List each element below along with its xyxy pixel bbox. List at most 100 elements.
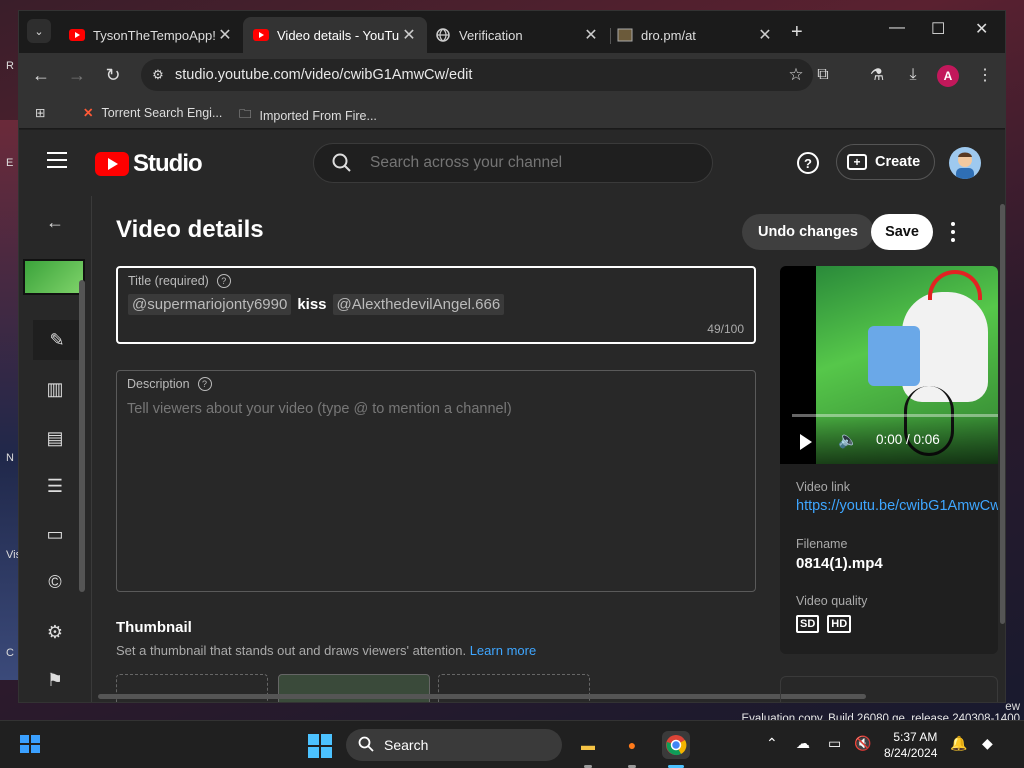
video-camera-plus-icon: + <box>847 154 867 170</box>
apps-grid-icon[interactable]: ⊞ <box>35 105 45 120</box>
channel-avatar[interactable] <box>949 147 981 179</box>
reload-icon[interactable]: ↻ <box>101 63 125 87</box>
url-text[interactable]: studio.youtube.com/video/cwibG1AmwCw/edi… <box>175 67 779 83</box>
system-clock[interactable]: 5:37 AM 8/24/2024 <box>884 729 937 761</box>
close-icon[interactable]: ✕ <box>401 25 417 45</box>
sidebar-item-copyright[interactable]: © <box>39 566 71 598</box>
help-icon[interactable]: ? <box>216 274 231 288</box>
learn-more-link[interactable]: Learn more <box>470 643 536 658</box>
maximize-icon[interactable]: ☐ <box>931 19 945 39</box>
create-button[interactable]: + Create <box>836 144 936 180</box>
title-value[interactable]: @supermariojonty6990 kiss @AlexthedevilA… <box>128 294 505 315</box>
tab-dro-pm[interactable]: dro.pm/at ✕ <box>607 17 783 53</box>
progress-bar[interactable] <box>792 414 998 417</box>
create-label: Create <box>875 154 921 170</box>
chrome-icon[interactable] <box>662 731 690 759</box>
profile-avatar[interactable]: A <box>937 65 959 87</box>
copilot-icon[interactable]: ◆ <box>982 735 993 752</box>
close-icon[interactable]: ✕ <box>757 25 773 45</box>
windows-start-icon[interactable] <box>308 734 332 758</box>
more-options-icon[interactable] <box>946 222 960 242</box>
new-tab-plus-icon[interactable]: + <box>791 21 803 44</box>
back-arrow-icon[interactable]: ← <box>29 63 53 87</box>
sidebar-item-comments[interactable]: ☰ <box>39 470 71 502</box>
tab-tyson[interactable]: TysonTheTempoApp! ✕ <box>59 17 243 53</box>
desktop-icon-label[interactable]: C <box>6 647 14 659</box>
sidebar-item-settings[interactable]: ⚙ <box>39 616 71 648</box>
search-input[interactable] <box>370 154 690 172</box>
download-icon[interactable]: ⤓ <box>901 63 925 87</box>
video-thumbnail-mini[interactable] <box>23 259 85 295</box>
desktop-icon-label[interactable]: N <box>6 452 14 464</box>
folder-icon: 🗀 <box>239 107 252 121</box>
close-window-icon[interactable]: ✕ <box>975 19 988 39</box>
minimize-icon[interactable]: — <box>889 19 905 37</box>
close-icon[interactable]: ✕ <box>583 25 599 45</box>
undo-changes-button[interactable]: Undo changes <box>742 214 874 250</box>
tab-verification[interactable]: Verification ✕ <box>425 17 609 53</box>
widgets-icon[interactable] <box>20 735 42 755</box>
title-label-text: Title (required) <box>128 274 209 288</box>
youtube-icon <box>69 27 85 43</box>
file-explorer-icon[interactable]: ▬ <box>574 731 602 759</box>
description-field[interactable]: Description ? Tell viewers about your vi… <box>116 370 756 592</box>
extensions-puzzle-icon[interactable]: ⧉ <box>811 63 835 87</box>
desktop-icon-label[interactable]: E <box>6 157 13 169</box>
chevron-up-icon[interactable]: ⌃ <box>766 735 778 752</box>
tab-title: dro.pm/at <box>641 27 696 43</box>
tab-video-details[interactable]: Video details - YouTu ✕ <box>243 17 427 53</box>
video-player[interactable]: 🔈 0:00 / 0:06 <box>780 266 998 464</box>
volume-icon[interactable]: 🔈 <box>838 430 858 450</box>
site-settings-icon[interactable]: ⚙ <box>141 67 175 83</box>
title-text: kiss <box>297 296 327 313</box>
help-icon[interactable]: ? <box>197 377 212 391</box>
windows-taskbar: Search ▬ ● ⌃ ☁ ▭ 🔇 5:37 AM 8/24/2024 🔔 ◆ <box>0 720 1024 768</box>
sidebar-scrollbar[interactable] <box>79 280 85 592</box>
play-icon[interactable] <box>800 434 812 450</box>
address-bar[interactable]: ⚙ studio.youtube.com/video/cwibG1AmwCw/e… <box>141 59 813 91</box>
cloud-offline-icon[interactable]: ☁ <box>796 735 810 752</box>
description-placeholder[interactable]: Tell viewers about your video (type @ to… <box>127 401 512 417</box>
desktop-icon-label[interactable]: R <box>6 60 14 72</box>
bookmark-label: Torrent Search Engi... <box>101 105 223 120</box>
hamburger-menu-icon[interactable] <box>47 152 67 168</box>
title-field[interactable]: Title (required) ? @supermariojonty6990 … <box>116 266 756 344</box>
firefox-icon[interactable]: ● <box>618 731 646 759</box>
forward-arrow-icon[interactable]: → <box>65 63 89 87</box>
labs-flask-icon[interactable]: ⚗ <box>865 63 889 87</box>
video-preview-card: 🔈 0:00 / 0:06 Video link https://youtu.b… <box>780 266 998 654</box>
sidebar-item-editor[interactable]: ▤ <box>39 422 71 454</box>
copyright-icon: © <box>48 571 62 592</box>
bookmark-imported-folder[interactable]: 🗀 Imported From Fire... <box>239 105 377 126</box>
help-icon[interactable]: ? <box>797 152 819 174</box>
sidebar-item-details[interactable]: ✎ <box>33 320 81 360</box>
mention-chip[interactable]: @supermariojonty6990 <box>128 294 292 315</box>
horizontal-scrollbar[interactable] <box>98 694 866 699</box>
sidebar-item-feedback[interactable]: ⚑ <box>39 664 71 696</box>
network-volume-icon[interactable]: 🔇 <box>854 735 871 752</box>
comments-icon: ☰ <box>46 475 64 496</box>
save-button[interactable]: Save <box>871 214 933 250</box>
studio-logo[interactable]: Studio <box>95 150 203 178</box>
tab-strip: ⌄ TysonTheTempoApp! ✕ Video details - Yo… <box>19 11 1005 53</box>
description-label-text: Description <box>127 377 190 391</box>
tab-search-button[interactable]: ⌄ <box>27 19 51 43</box>
main-scrollbar[interactable] <box>1000 204 1005 624</box>
studio-header: Studio ? + Create <box>19 130 1005 196</box>
sidebar-item-analytics[interactable]: ▥ <box>39 373 71 405</box>
notification-bell-icon[interactable]: 🔔 <box>950 735 967 752</box>
browser-window: ⌄ TysonTheTempoApp! ✕ Video details - Yo… <box>18 10 1006 703</box>
sidebar-item-subtitles[interactable]: ▭ <box>39 518 71 550</box>
video-link[interactable]: https://youtu.be/cwibG1AmwCw <box>796 498 998 514</box>
clock-date: 8/24/2024 <box>884 746 938 760</box>
filename-value: 0814(1).mp4 <box>796 555 883 572</box>
channel-search[interactable] <box>313 143 713 183</box>
bookmark-torrent[interactable]: ✕ Torrent Search Engi... <box>83 105 223 121</box>
display-icon[interactable]: ▭ <box>828 735 841 752</box>
bookmark-star-icon[interactable]: ☆ <box>779 65 813 85</box>
mention-chip[interactable]: @AlexthedevilAngel.666 <box>332 294 505 315</box>
close-icon[interactable]: ✕ <box>217 25 233 45</box>
taskbar-search[interactable]: Search <box>346 729 562 761</box>
more-menu-icon[interactable]: ⋮ <box>973 63 997 87</box>
back-arrow-icon[interactable]: ← <box>39 206 71 238</box>
